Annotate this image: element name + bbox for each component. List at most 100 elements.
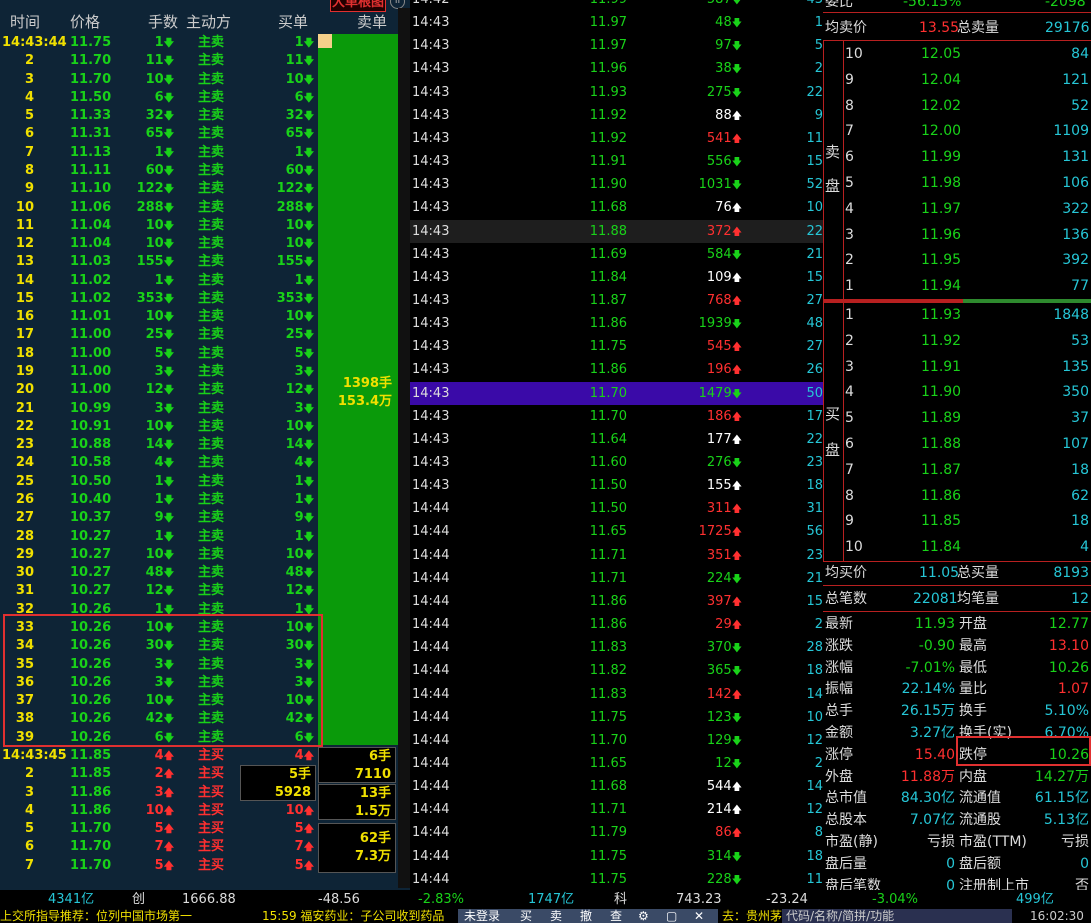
book-volume[interactable]: 52 (1023, 96, 1089, 116)
deal-row[interactable]: 22 10.91 10🡇 主卖 10🡇 (0, 418, 318, 436)
book-volume[interactable]: 1848 (1023, 305, 1089, 325)
tick-row[interactable]: 14:43 11.86 1939🡇 48 (410, 312, 823, 335)
deal-row[interactable]: 26 10.40 1🡇 主卖 1🡇 (0, 491, 318, 509)
ticker-text-2[interactable]: 15:59 福安药业：子公司收到药品 (262, 909, 444, 923)
deal-row[interactable]: 28 10.27 1🡇 主卖 1🡇 (0, 528, 318, 546)
tick-row[interactable]: 14:43 11.96 38🡇 2 (410, 57, 823, 80)
tick-row[interactable]: 14:44 11.65 1725🡅 56 (410, 520, 823, 543)
book-volume[interactable]: 62 (1023, 486, 1089, 506)
tick-row[interactable]: 14:43 11.69 584🡇 21 (410, 243, 823, 266)
code-search-input[interactable]: 代码/名称/简拼/功能 (782, 909, 1012, 923)
tick-row[interactable]: 14:44 11.82 365🡇 18 (410, 659, 823, 682)
book-volume[interactable]: 77 (1023, 276, 1089, 296)
tick-row[interactable]: 14:43 11.75 545🡅 27 (410, 335, 823, 358)
big-order-toggle-button[interactable]: 大单根图 (330, 0, 386, 12)
gear-icon[interactable]: ⚙ (638, 909, 649, 923)
tick-row[interactable]: 14:44 11.75 314🡇 18 (410, 845, 823, 868)
col-qty-header[interactable]: 手数 (148, 11, 178, 32)
tick-row[interactable]: 14:43 11.87 768🡅 27 (410, 289, 823, 312)
deal-row[interactable]: 27 10.37 9🡇 主卖 9🡇 (0, 509, 318, 527)
deal-row[interactable]: 23 10.88 14🡇 主卖 14🡇 (0, 436, 318, 454)
deal-row[interactable]: 16 11.01 10🡇 主卖 10🡇 (0, 308, 318, 326)
col-side-header[interactable]: 主动方 (186, 11, 231, 32)
deal-row[interactable]: 30 10.27 48🡇 主卖 48🡇 (0, 564, 318, 582)
tick-row[interactable]: 14:43 11.97 97🡇 5 (410, 34, 823, 57)
book-volume[interactable]: 18 (1023, 511, 1089, 531)
deal-row[interactable]: 2 11.70 11🡇 主卖 11🡇 (0, 52, 318, 70)
deal-row[interactable]: 7 11.13 1🡇 主卖 1🡇 (0, 144, 318, 162)
deal-row[interactable]: 24 10.58 4🡇 主卖 4🡇 (0, 454, 318, 472)
deal-row[interactable]: 25 10.50 1🡇 主卖 1🡇 (0, 473, 318, 491)
deal-row[interactable]: 11 11.04 10🡇 主卖 10🡇 (0, 217, 318, 235)
book-volume[interactable]: 322 (1023, 199, 1089, 219)
tick-row[interactable]: 14:43 11.68 76🡅 10 (410, 196, 823, 219)
book-volume[interactable]: 135 (1023, 357, 1089, 377)
deal-row[interactable]: 21 10.99 3🡇 主卖 3🡇 (0, 400, 318, 418)
deal-row[interactable]: 19 11.00 3🡇 主卖 3🡇 (0, 363, 318, 381)
deal-row[interactable]: 3 11.70 10🡇 主卖 10🡇 (0, 71, 318, 89)
tick-row[interactable]: 14:43 11.92 88🡅 9 (410, 104, 823, 127)
tick-row[interactable]: 14:44 11.83 370🡇 28 (410, 636, 823, 659)
deal-row[interactable]: 31 10.27 12🡇 主卖 12🡇 (0, 582, 318, 600)
tick-row[interactable]: 14:43 11.97 48🡇 1 (410, 11, 823, 34)
book-volume[interactable]: 18 (1023, 460, 1089, 480)
book-volume[interactable]: 131 (1023, 147, 1089, 167)
tick-row[interactable]: 14:44 11.65 12🡇 2 (410, 752, 823, 775)
tick-row[interactable]: 14:44 11.75 228🡇 11 (410, 868, 823, 891)
query-button[interactable]: 查 (610, 909, 622, 923)
deal-row[interactable]: 13 11.03 155🡇 主卖 155🡇 (0, 253, 318, 271)
tick-row[interactable]: 14:43 11.64 177🡅 22 (410, 428, 823, 451)
book-volume[interactable]: 1109 (1023, 121, 1089, 141)
deal-row[interactable]: 6 11.70 7🡅 主买 7🡅 (0, 838, 318, 856)
tick-row[interactable]: 14:43 11.70 1479🡇 50 (410, 381, 823, 405)
tick-row[interactable]: 14:43 11.84 109🡅 15 (410, 266, 823, 289)
tick-row[interactable]: 14:44 11.86 29🡅 2 (410, 613, 823, 636)
tick-row[interactable]: 14:44 11.71 214🡅 12 (410, 798, 823, 821)
deal-row[interactable]: 5 11.33 32🡇 主卖 32🡇 (0, 107, 318, 125)
deal-row[interactable]: 18 11.00 5🡇 主卖 5🡇 (0, 345, 318, 363)
deal-row[interactable]: 4 11.86 10🡅 主买 10🡅 (0, 802, 318, 820)
book-volume[interactable]: 4 (1023, 537, 1089, 557)
deal-row[interactable]: 9 11.10 122🡇 主卖 122🡇 (0, 180, 318, 198)
tick-row[interactable]: 14:43 11.91 556🡇 15 (410, 150, 823, 173)
tick-row[interactable]: 14:44 11.79 86🡅 8 (410, 821, 823, 844)
tick-row[interactable]: 14:44 11.83 142🡅 14 (410, 683, 823, 706)
tick-row[interactable]: 14:44 11.71 224🡇 21 (410, 567, 823, 590)
col-time-header[interactable]: 时间 (10, 11, 40, 32)
col-price-header[interactable]: 价格 (70, 11, 100, 32)
tick-row[interactable]: 14:44 11.70 129🡇 12 (410, 729, 823, 752)
deal-row[interactable]: 29 10.27 10🡇 主卖 10🡇 (0, 546, 318, 564)
book-volume[interactable]: 53 (1023, 331, 1089, 351)
cancel-order-button[interactable]: 撤 (580, 909, 592, 923)
book-volume[interactable]: 107 (1023, 434, 1089, 454)
deal-row[interactable]: 8 11.11 60🡇 主卖 60🡇 (0, 162, 318, 180)
sell-button[interactable]: 卖 (550, 909, 562, 923)
tick-row[interactable]: 14:43 11.88 372🡅 22 (410, 219, 823, 243)
tick-row[interactable]: 14:44 11.50 311🡅 31 (410, 497, 823, 520)
book-volume[interactable]: 106 (1023, 173, 1089, 193)
deal-row[interactable]: 7 11.70 5🡅 主买 5🡅 (0, 857, 318, 875)
tick-row[interactable]: 14:43 11.86 196🡅 26 (410, 358, 823, 381)
deal-row[interactable]: 14 11.02 1🡇 主卖 1🡇 (0, 272, 318, 290)
close-icon[interactable]: ✕ (694, 909, 704, 923)
deal-row[interactable]: 6 11.31 65🡇 主卖 65🡇 (0, 125, 318, 143)
window-icon[interactable]: ▢ (666, 909, 677, 923)
book-volume[interactable]: 350 (1023, 382, 1089, 402)
deal-row[interactable]: 15 11.02 353🡇 主卖 353🡇 (0, 290, 318, 308)
tick-row[interactable]: 14:43 11.90 1031🡇 52 (410, 173, 823, 196)
tick-row[interactable]: 14:44 11.75 123🡇 10 (410, 706, 823, 729)
deal-row[interactable]: 5 11.70 5🡅 主买 5🡅 (0, 820, 318, 838)
tick-row[interactable]: 14:43 11.92 541🡅 11 (410, 127, 823, 150)
deal-row[interactable]: 17 11.00 25🡇 主卖 25🡇 (0, 326, 318, 344)
book-volume[interactable]: 84 (1023, 44, 1089, 64)
ticker-text-1[interactable]: 上交所指导推荐：位列中国市场第一 (0, 909, 192, 923)
deal-row[interactable]: 12 11.04 10🡇 主卖 10🡇 (0, 235, 318, 253)
buy-button[interactable]: 买 (520, 909, 532, 923)
tick-row[interactable]: 14:42 11.99 587🡇 43 (410, 0, 823, 11)
scrollbar[interactable] (398, 8, 410, 888)
deal-row[interactable]: 4 11.50 6🡇 主卖 6🡇 (0, 89, 318, 107)
deal-row[interactable]: 20 11.00 12🡇 主卖 12🡇 (0, 381, 318, 399)
deal-row[interactable]: 14:43:45 11.85 4🡅 主买 4🡅 (0, 747, 318, 765)
book-volume[interactable]: 121 (1023, 70, 1089, 90)
tick-row[interactable]: 14:44 11.71 351🡅 23 (410, 544, 823, 567)
